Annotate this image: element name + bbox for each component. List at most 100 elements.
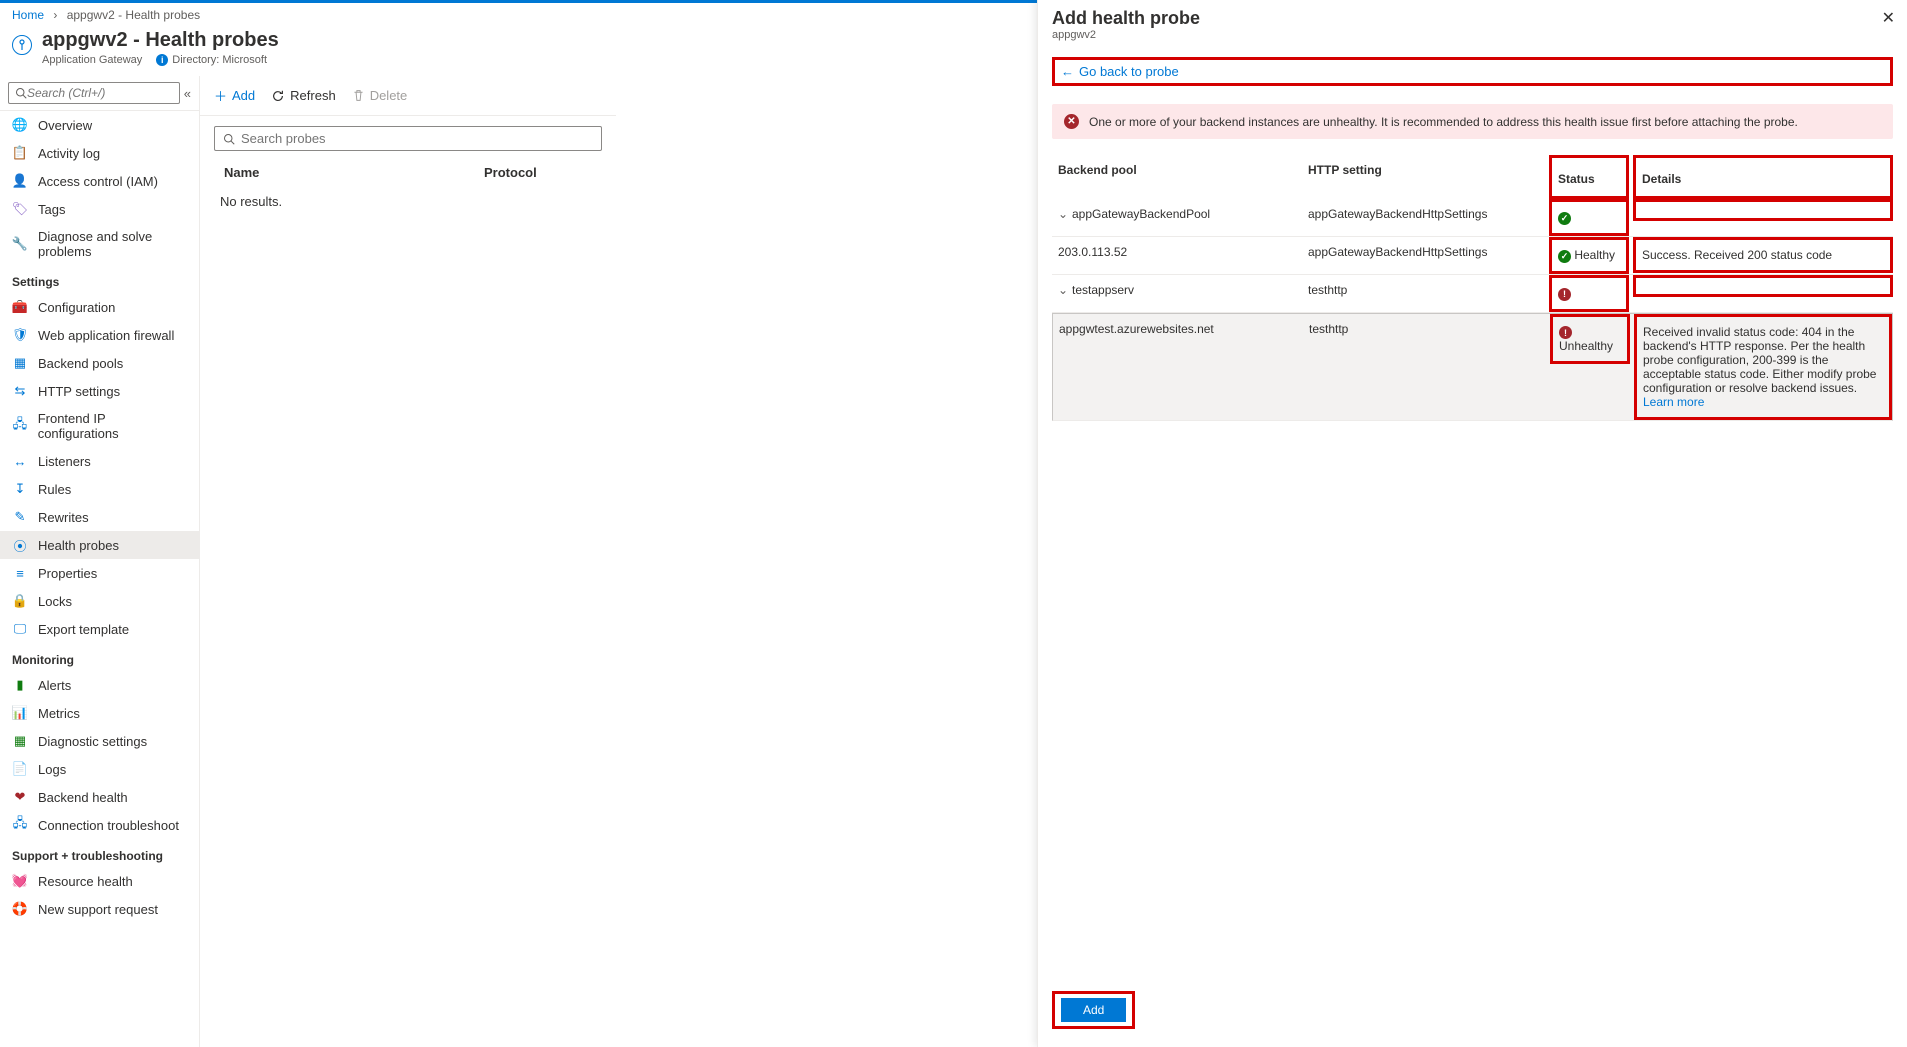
blade-add-button[interactable]: Add <box>1061 998 1126 1022</box>
add-health-probe-blade: Add health probe appgwv2 ✕ ← Go back to … <box>1037 0 1907 1047</box>
col-backend-pool: Backend pool <box>1052 155 1302 185</box>
backend-pool-name: testappserv <box>1072 283 1134 297</box>
sidebar-item-label: Alerts <box>38 678 71 693</box>
close-icon[interactable]: ✕ <box>1882 8 1895 28</box>
sidebar-item-http-settings[interactable]: ⇆HTTP settings <box>0 377 199 405</box>
breadcrumb: Home › appgwv2 - Health probes <box>0 3 616 27</box>
sidebar-item-alerts[interactable]: ▮ Alerts <box>0 671 199 699</box>
go-back-label: Go back to probe <box>1079 64 1179 79</box>
backend-pool-name: appgwtest.azurewebsites.net <box>1059 322 1214 336</box>
sidebar-item-backend-health[interactable]: ❤Backend health <box>0 783 199 811</box>
details-cell-highlight <box>1633 199 1893 221</box>
health-table: Backend pool HTTP setting Status Details… <box>1052 155 1893 421</box>
alerts-icon: ▮ <box>12 677 28 693</box>
sidebar-item-rewrites[interactable]: ✎Rewrites <box>0 503 199 531</box>
delete-button[interactable]: Delete <box>352 88 408 103</box>
configuration-icon: 🧰 <box>12 299 28 315</box>
sidebar-item-frontend-ip-configurations[interactable]: 🖧Frontend IP configurations <box>0 405 199 447</box>
alert-text: One or more of your backend instances ar… <box>1089 115 1798 129</box>
sidebar-item-export-template[interactable]: 🖵Export template <box>0 615 199 643</box>
sidebar-item-properties[interactable]: ≡Properties <box>0 559 199 587</box>
logs-icon: 📄 <box>12 761 28 777</box>
sidebar-item-web-application-firewall[interactable]: 🛡Web application firewall <box>0 321 199 349</box>
diagnose-and-solve-problems-icon: 🔧 <box>12 236 28 252</box>
sidebar-item-metrics[interactable]: 📊Metrics <box>0 699 199 727</box>
nav-section-settings: Settings <box>0 265 199 293</box>
details-text: Success. Received 200 status code <box>1642 248 1832 262</box>
sidebar: « 🌐Overview📋Activity log👤Access control … <box>0 76 200 1047</box>
details-cell-highlight: Success. Received 200 status code <box>1633 237 1893 273</box>
sidebar-item-listeners[interactable]: ↔Listeners <box>0 447 199 475</box>
nav-section-support-troubleshooting: Support + troubleshooting <box>0 839 199 867</box>
status-error-icon: ! <box>1559 326 1572 339</box>
directory-label: Directory: Microsoft <box>172 54 267 66</box>
toolbar: ＋ Add Refresh Delete <box>200 76 616 116</box>
learn-more-link[interactable]: Learn more <box>1643 395 1704 409</box>
status-ok-icon: ✓ <box>1558 250 1571 263</box>
sidebar-item-backend-pools[interactable]: ▦Backend pools <box>0 349 199 377</box>
sidebar-item-resource-health[interactable]: 💓 Resource health <box>0 867 199 895</box>
page-subtitle: Application Gateway <box>42 54 142 66</box>
sidebar-item-label: Resource health <box>38 874 133 889</box>
error-icon: ✕ <box>1064 114 1079 129</box>
search-icon <box>223 133 235 145</box>
plus-icon: ＋ <box>214 86 227 105</box>
sidebar-item-configuration[interactable]: 🧰Configuration <box>0 293 199 321</box>
sidebar-item-overview[interactable]: 🌐Overview <box>0 111 199 139</box>
sidebar-item-locks[interactable]: 🔒 Locks <box>0 587 199 615</box>
sidebar-nav[interactable]: 🌐Overview📋Activity log👤Access control (I… <box>0 110 199 1047</box>
col-details: Details <box>1636 158 1890 196</box>
sidebar-item-activity-log[interactable]: 📋Activity log <box>0 139 199 167</box>
health-probes-icon: ⦿ <box>12 537 28 553</box>
blade-subtitle: appgwv2 <box>1052 29 1893 41</box>
health-row: ⌄testappservtesthttp! <box>1052 275 1893 313</box>
sidebar-item-label: HTTP settings <box>38 384 120 399</box>
sidebar-item-label: Rewrites <box>38 510 89 525</box>
health-row: ⌄appGatewayBackendPoolappGatewayBackendH… <box>1052 199 1893 237</box>
sidebar-item-connection-troubleshoot[interactable]: 🖧Connection troubleshoot <box>0 811 199 839</box>
backend-pool-cell[interactable]: ⌄testappserv <box>1052 275 1302 305</box>
col-status-highlight: Status <box>1549 155 1629 199</box>
refresh-button[interactable]: Refresh <box>271 88 336 103</box>
sidebar-item-label: Listeners <box>38 454 91 469</box>
status-cell-highlight: ✓ <box>1549 199 1629 236</box>
refresh-button-label: Refresh <box>290 88 336 103</box>
sidebar-item-health-probes[interactable]: ⦿ Health probes <box>0 531 199 559</box>
probe-col-name: Name <box>224 165 484 180</box>
details-cell <box>1636 278 1890 294</box>
sidebar-item-rules[interactable]: ↧Rules <box>0 475 199 503</box>
sidebar-item-diagnostic-settings[interactable]: ▦Diagnostic settings <box>0 727 199 755</box>
backend-health-icon: ❤ <box>12 789 28 805</box>
go-back-link[interactable]: ← Go back to probe <box>1061 64 1179 79</box>
add-button[interactable]: ＋ Add <box>214 86 255 105</box>
sidebar-search[interactable] <box>8 82 180 104</box>
delete-button-label: Delete <box>370 88 408 103</box>
collapse-sidebar-icon[interactable]: « <box>184 86 191 101</box>
sidebar-search-input[interactable] <box>27 86 173 100</box>
properties-icon: ≡ <box>12 565 28 581</box>
sidebar-item-label: Frontend IP configurations <box>38 411 187 441</box>
breadcrumb-home[interactable]: Home <box>12 8 44 22</box>
add-button-highlight: Add <box>1052 991 1135 1029</box>
info-icon: i <box>156 54 168 66</box>
resource-health-icon: 💓 <box>12 873 28 889</box>
sidebar-item-label: Health probes <box>38 538 119 553</box>
probe-search-input[interactable] <box>241 131 593 146</box>
backend-pool-cell[interactable]: ⌄appGatewayBackendPool <box>1052 199 1302 229</box>
sidebar-item-access-control-iam-[interactable]: 👤Access control (IAM) <box>0 167 199 195</box>
sidebar-item-new-support-request[interactable]: 🛟New support request <box>0 895 199 923</box>
sidebar-item-label: Backend pools <box>38 356 123 371</box>
blade-title: Add health probe <box>1052 8 1893 29</box>
backend-pool-cell: 203.0.113.52 <box>1052 237 1302 267</box>
sidebar-item-tags[interactable]: 🏷Tags <box>0 195 199 223</box>
sidebar-item-label: Locks <box>38 594 72 609</box>
http-setting-cell: testhttp <box>1302 275 1552 305</box>
refresh-icon <box>271 89 285 103</box>
probe-search[interactable] <box>214 126 602 151</box>
locks-icon: 🔒 <box>12 593 28 609</box>
sidebar-item-logs[interactable]: 📄Logs <box>0 755 199 783</box>
nav-section-monitoring: Monitoring <box>0 643 199 671</box>
status-cell-highlight: ! <box>1549 275 1629 312</box>
sidebar-item-label: Rules <box>38 482 71 497</box>
sidebar-item-diagnose-and-solve-problems[interactable]: 🔧Diagnose and solve problems <box>0 223 199 265</box>
